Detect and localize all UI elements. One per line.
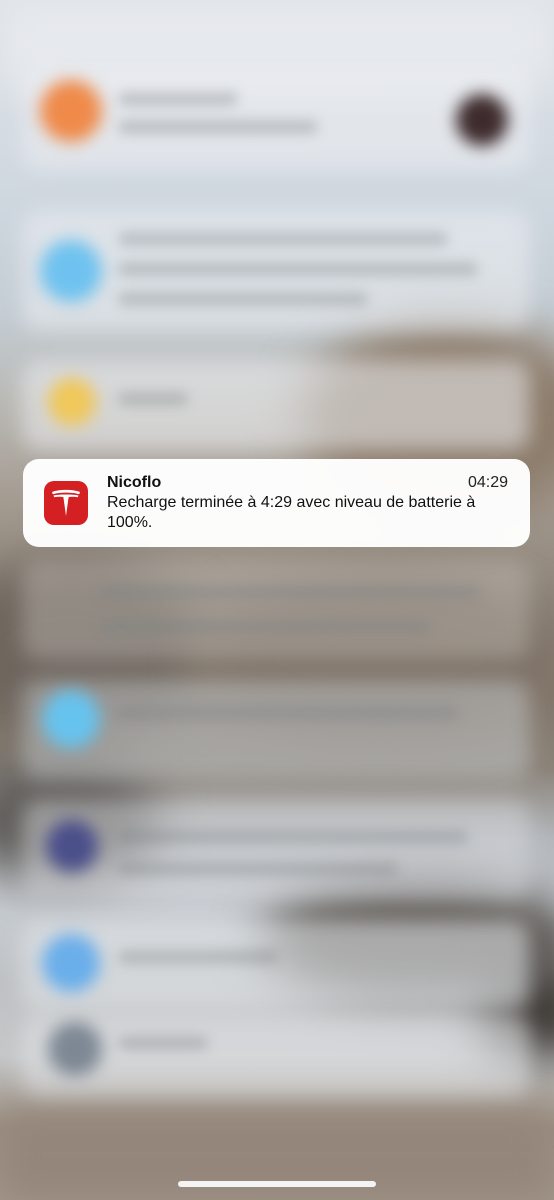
notification-body: Recharge terminée à 4:29 avec niveau de … [107, 494, 476, 531]
ghost-thumbnail [456, 94, 508, 146]
ghost-text-line [118, 120, 318, 134]
ghost-app-icon [48, 1022, 102, 1076]
ghost-text-line [118, 950, 278, 964]
notification-time: 04:29 [467, 474, 508, 491]
ghost-app-icon [42, 690, 100, 748]
ghost-text-line [118, 262, 478, 276]
tesla-logo-icon [44, 481, 88, 525]
ghost-text-line [118, 706, 458, 720]
ghost-text-line [118, 92, 238, 106]
ghost-text-line [118, 862, 398, 876]
ghost-app-icon [48, 378, 96, 426]
ghost-text-line [100, 620, 430, 634]
ghost-text-line [118, 392, 188, 406]
ghost-notification [22, 360, 530, 450]
home-indicator[interactable] [178, 1181, 376, 1187]
ghost-text-line [118, 292, 368, 306]
ghost-app-icon [40, 80, 102, 142]
ghost-text-line [118, 232, 448, 246]
blurred-background [0, 0, 554, 1200]
tesla-notification[interactable]: Nicoflo 04:29 Recharge terminée à 4:29 a… [23, 459, 530, 547]
ghost-app-icon [40, 240, 102, 302]
ghost-text-line [118, 830, 468, 844]
ghost-app-icon [46, 820, 98, 872]
ghost-notification [22, 680, 530, 780]
ghost-notification [22, 800, 530, 900]
notification-title: Nicoflo [107, 474, 162, 491]
ghost-text-line [100, 585, 480, 599]
tesla-logo-icon [52, 489, 80, 516]
ghost-notification [22, 560, 530, 660]
ghost-text-line [118, 1036, 208, 1050]
ghost-app-icon [42, 934, 100, 992]
